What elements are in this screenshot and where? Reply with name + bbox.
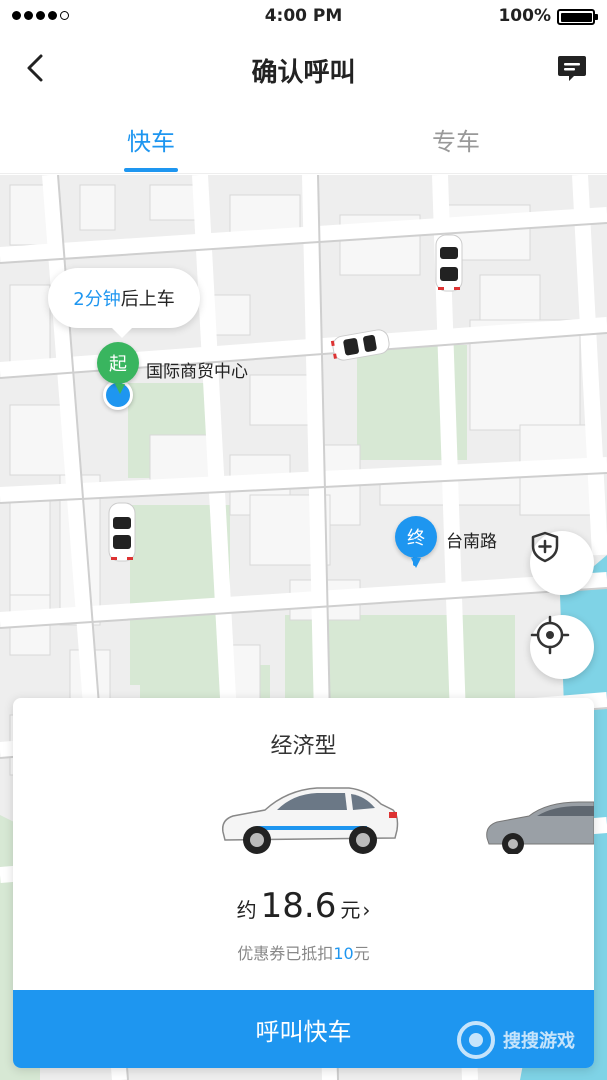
eta-bubble: 2分钟 后上车 — [48, 268, 200, 338]
eta-suffix: 后上车 — [120, 289, 175, 310]
watermark: 搜搜游戏 — [455, 1015, 595, 1065]
status-bar: 4:00 PM 100% — [0, 0, 607, 34]
discount-amount: 10 — [333, 944, 354, 963]
discount-prefix: 优惠券已抵扣 — [237, 944, 334, 963]
watermark-text: 搜搜游戏 — [503, 1031, 575, 1052]
comfort-car-image[interactable] — [483, 798, 594, 854]
start-pin-icon[interactable]: 起 — [97, 342, 139, 394]
price-unit: 元 — [340, 898, 361, 922]
price-estimate[interactable]: 约 18.6 元 › — [13, 886, 594, 926]
watermark-logo-icon — [457, 1021, 495, 1059]
end-location-label: 台南路 — [446, 532, 497, 552]
crosshair-icon — [530, 615, 570, 655]
eta-value: 2分钟 — [73, 289, 121, 310]
tab-indicator — [124, 168, 178, 172]
price-prefix: 约 — [236, 898, 257, 922]
price-value: 18.6 — [260, 886, 337, 926]
economy-car-image[interactable] — [217, 784, 401, 856]
service-tabs: 快车 专车 — [0, 104, 607, 174]
locate-button[interactable] — [530, 615, 594, 679]
battery-percent: 100% — [498, 6, 551, 26]
coupon-discount: 优惠券已抵扣10元 — [13, 940, 594, 964]
tab-premium[interactable]: 专车 — [396, 122, 516, 157]
nearby-car-icon — [330, 329, 390, 361]
nearby-car-icon — [108, 502, 136, 562]
message-button[interactable] — [555, 52, 589, 86]
safety-button[interactable] — [530, 531, 594, 595]
chevron-right-icon: › — [362, 898, 371, 922]
page-title: 确认呼叫 — [251, 58, 356, 88]
nav-bar: 确认呼叫 — [0, 34, 607, 104]
start-location-label: 国际商贸中心 — [146, 362, 248, 382]
ride-option-card: 经济型 约 18.6 元 › 优惠券已抵扣10元 呼叫快车 — [13, 698, 594, 1068]
car-type-label: 经济型 — [270, 734, 337, 759]
end-pin-icon[interactable]: 终 — [395, 516, 437, 568]
battery-icon — [557, 9, 598, 25]
shield-icon — [531, 531, 559, 563]
discount-suffix: 元 — [353, 944, 370, 963]
tab-express[interactable]: 快车 — [91, 122, 211, 157]
message-icon — [558, 56, 586, 81]
nearby-car-icon — [435, 234, 463, 292]
